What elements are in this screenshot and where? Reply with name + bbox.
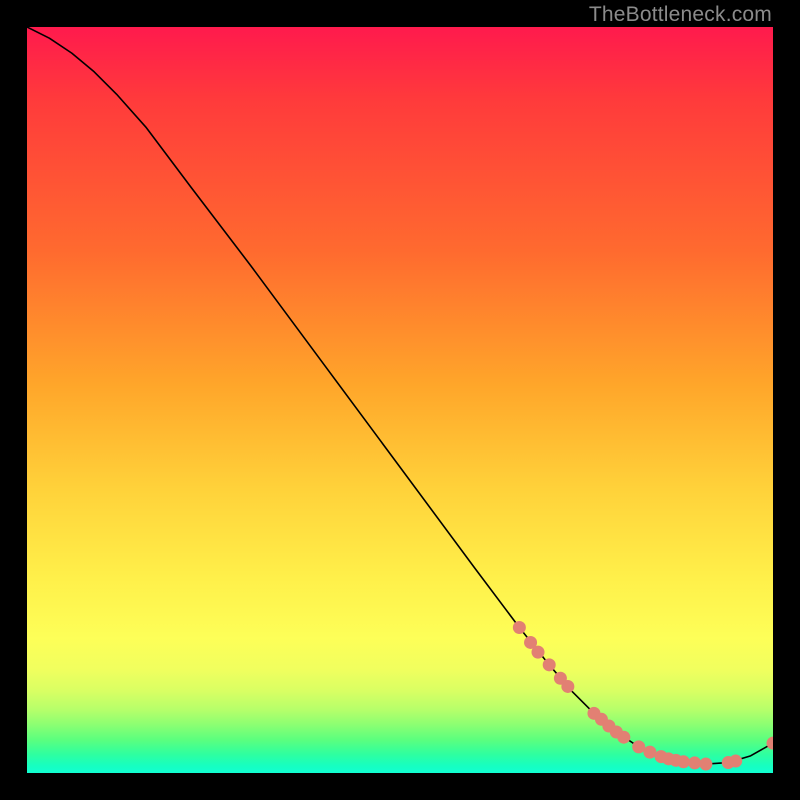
- data-marker: [543, 658, 556, 671]
- plot-area: [27, 27, 773, 773]
- data-marker: [632, 740, 645, 753]
- data-marker: [643, 746, 656, 759]
- data-marker: [561, 680, 574, 693]
- data-marker: [677, 755, 690, 768]
- watermark-text: TheBottleneck.com: [589, 3, 772, 27]
- marker-group: [513, 621, 773, 771]
- bottleneck-curve: [27, 27, 773, 764]
- data-marker: [513, 621, 526, 634]
- data-marker: [532, 646, 545, 659]
- data-marker: [699, 758, 712, 771]
- data-marker: [729, 755, 742, 768]
- data-marker: [767, 737, 774, 750]
- data-marker: [688, 756, 701, 769]
- chart-overlay: [27, 27, 773, 773]
- chart-canvas: TheBottleneck.com: [0, 0, 800, 800]
- data-marker: [617, 731, 630, 744]
